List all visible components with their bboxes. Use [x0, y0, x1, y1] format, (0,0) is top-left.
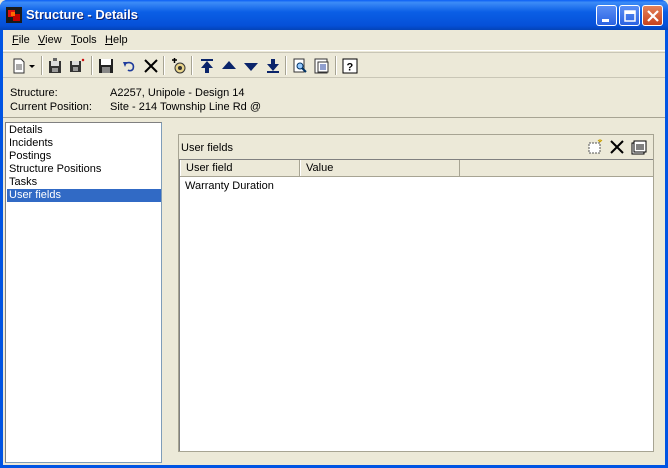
nav-item-postings[interactable]: Postings [7, 150, 161, 163]
toolbar-separator [191, 56, 193, 75]
current-position-value: Site - 214 Township Line Rd @ [110, 101, 261, 113]
move-down-icon [244, 63, 258, 71]
user-fields-panel: User fields User field Value Warranty Du… [178, 134, 654, 452]
find-button[interactable] [290, 56, 310, 76]
new-dropdown-button[interactable] [27, 56, 37, 76]
menu-tools[interactable]: Tools [71, 34, 97, 46]
menu-help[interactable]: Help [105, 34, 128, 46]
properties-icon [631, 140, 647, 155]
attach-icon [172, 58, 186, 74]
panel-title: User fields [181, 142, 233, 154]
move-up-button[interactable] [219, 56, 239, 76]
nav-item-details[interactable]: Details [7, 124, 161, 137]
save-icon [99, 59, 113, 73]
toolbar-separator [163, 56, 165, 75]
app-window: Structure - Details File View Tools Help [0, 0, 668, 468]
move-down-button[interactable] [241, 56, 261, 76]
undo-button[interactable] [119, 56, 139, 76]
delete-icon [144, 59, 158, 73]
help-button[interactable]: ? [340, 56, 360, 76]
close-icon [647, 10, 659, 22]
save-copy-icon [49, 58, 61, 73]
app-icon [6, 7, 22, 23]
minimize-icon [602, 19, 609, 22]
dropdown-arrow-icon [29, 65, 35, 68]
current-position-label: Current Position: [10, 101, 92, 113]
new-document-icon [13, 58, 25, 74]
section-list[interactable]: Details Incidents Postings Structure Pos… [5, 122, 162, 463]
save-copy-button[interactable] [45, 56, 65, 76]
find-icon [293, 58, 307, 73]
structure-info: Structure: A2257, Unipole - Design 14 Cu… [3, 80, 665, 118]
column-header-value[interactable]: Value [300, 160, 460, 176]
grid-header: User field Value [180, 160, 653, 177]
move-up-icon [222, 61, 236, 69]
table-row[interactable]: Warranty Duration [180, 178, 653, 194]
delete-button[interactable] [141, 56, 161, 76]
move-last-icon [267, 59, 279, 73]
client-area: File View Tools Help ? Structure: A2257,… [3, 30, 665, 465]
toolbar-separator [41, 56, 43, 75]
panel-header: User fields [179, 135, 653, 157]
user-field-cell[interactable]: Warranty Duration [180, 178, 300, 194]
move-first-icon [201, 59, 213, 73]
save-new-icon [70, 58, 85, 72]
toolbar-separator [91, 56, 93, 75]
toolbar-separator [335, 56, 337, 75]
maximize-icon [624, 10, 636, 22]
nav-item-incidents[interactable]: Incidents [7, 137, 161, 150]
attach-button[interactable] [169, 56, 189, 76]
title-bar[interactable]: Structure - Details [0, 0, 668, 30]
menu-file[interactable]: File [12, 34, 30, 46]
move-first-button[interactable] [197, 56, 217, 76]
move-last-button[interactable] [263, 56, 283, 76]
save-button[interactable] [96, 56, 116, 76]
column-header-user-field[interactable]: User field [180, 160, 300, 176]
nav-item-user-fields[interactable]: User fields [7, 189, 161, 202]
svg-text:?: ? [347, 62, 354, 74]
minimize-button[interactable] [596, 5, 617, 26]
menu-bar: File View Tools Help [3, 30, 665, 51]
undo-icon [123, 61, 135, 72]
window-title: Structure - Details [26, 7, 138, 22]
structure-value: A2257, Unipole - Design 14 [110, 87, 245, 99]
user-fields-grid[interactable]: User field Value Warranty Duration [179, 159, 653, 451]
toolbar: ? [3, 52, 665, 78]
structure-label: Structure: [10, 87, 58, 99]
nav-item-structure-positions[interactable]: Structure Positions [7, 163, 161, 176]
report-icon [314, 58, 329, 74]
toolbar-separator [285, 56, 287, 75]
close-button[interactable] [642, 5, 663, 26]
menu-view[interactable]: View [38, 34, 62, 46]
save-new-button[interactable] [67, 56, 87, 76]
new-button[interactable] [9, 56, 29, 76]
maximize-button[interactable] [619, 5, 640, 26]
new-row-button[interactable] [586, 138, 604, 156]
delete-row-icon [610, 140, 624, 154]
help-icon: ? [342, 58, 358, 74]
nav-item-tasks[interactable]: Tasks [7, 176, 161, 189]
delete-row-button[interactable] [608, 138, 626, 156]
new-row-icon [588, 139, 603, 154]
report-button[interactable] [312, 56, 332, 76]
properties-button[interactable] [630, 138, 648, 156]
